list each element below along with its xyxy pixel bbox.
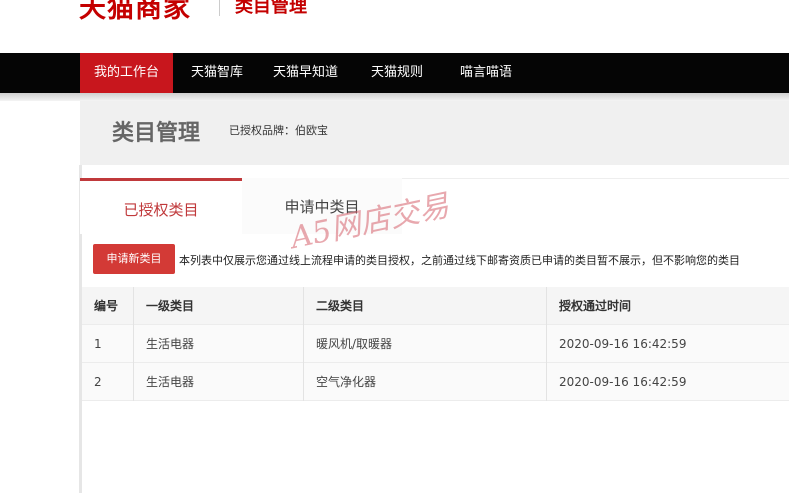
nav-shadow [0, 93, 789, 101]
header-id: 编号 [94, 299, 119, 313]
cell-id: 1 [94, 337, 102, 351]
table-row: 2 生活电器 空气净化器 2020-09-16 16:42:59 [82, 363, 789, 401]
page-title: 类目管理 [112, 121, 201, 146]
header-auth-time: 授权通过时间 [546, 287, 789, 325]
cell-level2: 暖风机/取暖器 [303, 325, 546, 363]
nav-item-zaozhidao[interactable]: 天猫早知道 [273, 53, 338, 93]
apply-category-button[interactable]: 申请新类目 [93, 244, 175, 274]
nav-item-zhiku[interactable]: 天猫智库 [191, 53, 243, 93]
cell-level2: 空气净化器 [303, 363, 546, 401]
nav-item-workbench[interactable]: 我的工作台 [80, 53, 173, 93]
nav-item-miaoyan[interactable]: 喵言喵语 [460, 53, 512, 93]
cell-level1: 生活电器 [133, 325, 303, 363]
header-subtitle: 类目管理 [235, 0, 307, 17]
tab-authorized[interactable]: 已授权类目 [80, 178, 242, 234]
category-table: 编号 一级类目 二级类目 授权通过时间 1 生活电器 暖风机/取暖器 2020-… [82, 287, 789, 401]
tab-strip [402, 178, 789, 234]
cell-id: 2 [94, 375, 102, 389]
top-nav: 我的工作台 天猫智库 天猫早知道 天猫规则 喵言喵语 [0, 53, 789, 93]
notice-text: 本列表中仅展示您通过线上流程申请的类目授权，之前通过线下邮寄资质已申请的类目暂不… [179, 254, 740, 267]
header-divider [219, 0, 220, 16]
title-bar: 类目管理 已授权品牌：伯欧宝 [80, 101, 789, 165]
nav-item-rules[interactable]: 天猫规则 [371, 53, 423, 93]
page: 天猫商家 类目管理 我的工作台 天猫智库 天猫早知道 天猫规则 喵言喵语 类目管… [0, 0, 789, 493]
cell-level1: 生活电器 [133, 363, 303, 401]
table-row: 1 生活电器 暖风机/取暖器 2020-09-16 16:42:59 [82, 325, 789, 363]
cell-auth-time: 2020-09-16 16:42:59 [546, 363, 789, 401]
brand-logo[interactable]: 天猫商家 [79, 0, 191, 25]
header-level2: 二级类目 [303, 287, 546, 325]
cell-auth-time: 2020-09-16 16:42:59 [546, 325, 789, 363]
header-level1: 一级类目 [133, 287, 303, 325]
authorized-brand: 已授权品牌：伯欧宝 [229, 124, 328, 137]
tab-pending[interactable]: 申请中类目 [242, 178, 402, 234]
table-header-row: 编号 一级类目 二级类目 授权通过时间 [82, 287, 789, 325]
